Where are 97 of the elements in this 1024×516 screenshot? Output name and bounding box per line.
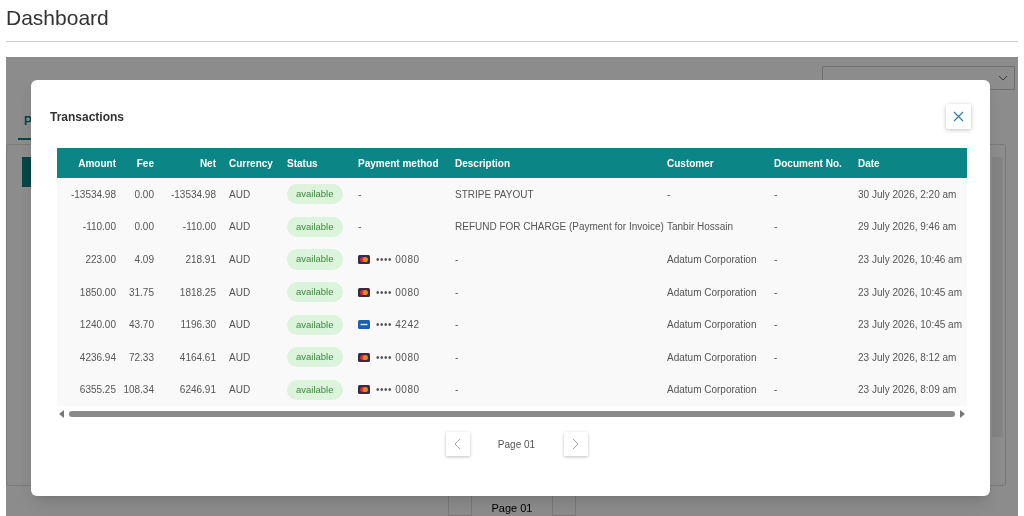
scroll-left-icon[interactable] — [59, 410, 65, 419]
column-header[interactable]: Date — [858, 157, 880, 169]
table-cell: 4.09 — [134, 254, 154, 265]
scroll-right-icon[interactable] — [959, 410, 965, 419]
table-cell: AUD — [229, 286, 251, 298]
table-cell: AUD — [229, 254, 251, 265]
column-header[interactable]: Fee — [136, 157, 154, 169]
table-cell: AUD — [229, 351, 251, 363]
table-cell-text: •••• 4242 — [376, 318, 420, 333]
chevron-left-icon — [454, 438, 461, 451]
table-cell: 4164.61 — [179, 351, 216, 363]
table-cell: 23 July 2026, 8:09 am — [858, 384, 957, 396]
table-cell: -110.00 — [182, 221, 216, 233]
table-cell: -13534.98 — [170, 188, 216, 200]
status-badge: available — [287, 249, 343, 270]
table-cell: - — [455, 384, 459, 396]
column-header[interactable]: Currency — [229, 157, 273, 169]
page-title: Dashboard — [6, 5, 110, 31]
table-cell: -110.00 — [82, 221, 116, 233]
table-cell: 29 July 2026, 9:46 am — [858, 221, 957, 233]
page-indicator: Page 01 — [496, 437, 537, 452]
table-cell: - — [455, 254, 459, 265]
table-cell: - — [667, 188, 671, 200]
table-cell: AUD — [229, 319, 251, 331]
table-cell: - — [455, 351, 459, 363]
table-cell: AUD — [229, 188, 251, 200]
card-circles-icon — [358, 352, 370, 362]
table-cell: 23 July 2026, 10:45 am — [858, 319, 962, 331]
card-circles-icon — [358, 287, 370, 297]
table-cell: - — [774, 254, 778, 265]
table-cell: - — [774, 351, 778, 363]
table-cell: - — [774, 221, 778, 233]
column-header[interactable]: Description — [455, 157, 510, 169]
table-cell: -13534.98 — [70, 188, 116, 200]
table-cell: - — [455, 319, 459, 331]
column-header[interactable]: Document No. — [774, 157, 842, 169]
table-cell: - — [455, 286, 459, 298]
status-badge: available — [287, 184, 343, 205]
chevron-right-icon — [572, 438, 579, 451]
table-cell: Adatum Corporation — [667, 351, 757, 363]
table-cell: 6355.25 — [79, 384, 116, 396]
table-cell: Adatum Corporation — [667, 254, 757, 265]
table-cell: 43.70 — [128, 319, 154, 331]
modal-title: Transactions — [50, 109, 125, 126]
table-cell-text: •••• 0080 — [376, 350, 420, 365]
table-cell: REFUND FOR CHARGE (Payment for Invoice) — [455, 221, 664, 233]
table-cell-text: - — [358, 220, 362, 235]
table-cell: 6246.91 — [179, 384, 216, 396]
table-cell-text: - — [358, 187, 362, 202]
column-header[interactable]: Status — [287, 157, 318, 169]
close-button[interactable] — [946, 104, 971, 129]
status-badge: available — [287, 314, 343, 335]
table-cell: 72.33 — [128, 351, 154, 363]
card-circles-icon — [358, 255, 370, 264]
table-cell: - — [774, 188, 778, 200]
table-cell: 223.00 — [85, 254, 116, 265]
table-cell: 218.91 — [185, 254, 216, 265]
table-cell: 1196.30 — [180, 319, 216, 331]
table-cell-text: •••• 0080 — [376, 253, 420, 267]
table-cell: Adatum Corporation — [667, 286, 757, 298]
table-cell: 1240.00 — [79, 319, 116, 331]
table-cell: 1850.00 — [79, 286, 116, 298]
table-cell: Adatum Corporation — [667, 319, 757, 331]
column-header[interactable]: Payment method — [358, 157, 439, 169]
table-cell: STRIPE PAYOUT — [455, 188, 534, 200]
table-cell: AUD — [229, 384, 251, 396]
table-cell: 23 July 2026, 10:46 am — [858, 254, 962, 265]
status-badge: available — [287, 281, 343, 303]
table-cell: Tanbir Hossain — [667, 221, 734, 233]
table-cell: 0.00 — [134, 221, 154, 233]
horizontal-scrollbar-thumb[interactable] — [69, 411, 955, 418]
table-cell: 23 July 2026, 8:12 am — [858, 351, 957, 363]
table-cell: - — [774, 319, 778, 331]
table-cell: 4236.94 — [79, 351, 116, 363]
close-icon — [953, 111, 964, 122]
status-badge: available — [287, 347, 343, 368]
table-cell: 0.00 — [134, 188, 154, 200]
table-cell: 30 July 2026, 2:20 am — [858, 188, 957, 200]
card-icon — [358, 320, 370, 330]
status-badge: available — [287, 216, 343, 237]
column-header[interactable]: Amount — [78, 157, 116, 169]
table-cell: Adatum Corporation — [667, 384, 757, 396]
table-cell: - — [774, 286, 778, 298]
page-indicator: Page 01 — [491, 500, 533, 516]
chevron-down-icon — [998, 75, 1008, 81]
table-cell: 31.75 — [128, 286, 154, 298]
status-badge: available — [287, 379, 343, 400]
column-header[interactable]: Customer — [667, 157, 714, 169]
table-cell: 1818.25 — [179, 286, 216, 298]
table-cell-text: •••• 0080 — [376, 285, 420, 300]
table-cell: 108.34 — [123, 384, 154, 396]
card-circles-icon — [358, 385, 370, 395]
table-cell: 23 July 2026, 10:45 am — [858, 286, 962, 298]
table-cell: - — [774, 384, 778, 396]
table-cell: AUD — [229, 221, 251, 233]
column-header[interactable]: Net — [199, 157, 216, 169]
table-cell-text: •••• 0080 — [376, 383, 420, 398]
